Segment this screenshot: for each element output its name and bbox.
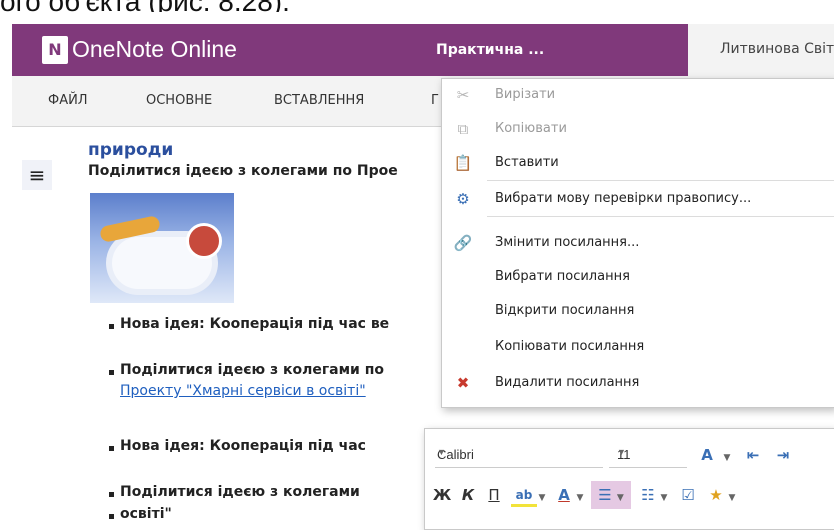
tab-file[interactable]: ФАЙЛ — [48, 93, 88, 108]
menu-item-remove-link[interactable]: ✖ Видалити посилання — [442, 367, 834, 399]
menu-item-label: Вибрати посилання — [495, 269, 630, 284]
spelling-language-icon: ⚙ — [456, 190, 470, 208]
list-item: Нова ідея: Кооперація під час ве — [108, 316, 390, 332]
menu-separator — [487, 216, 834, 217]
page-heading: природи — [88, 140, 174, 160]
menu-item-label: Вставити — [495, 155, 559, 170]
share-idea-text: Поділитися ідеєю з колегами по Прое — [88, 163, 398, 179]
menu-item-label: Вибрати мову перевірки правопису... — [495, 191, 752, 206]
chevron-down-icon[interactable]: ▼ — [537, 483, 547, 507]
list-item: Поділитися ідеєю з колегами — [109, 484, 360, 500]
menu-item-label: Копіювати — [495, 121, 567, 136]
font-size-select[interactable]: 11 ▼ — [609, 443, 687, 468]
chevron-down-icon[interactable]: ▼ — [659, 483, 669, 507]
list-item: Нова ідея: Кооперація під час — [109, 438, 366, 454]
menu-item-label: Змінити посилання... — [495, 235, 640, 250]
tab-partial[interactable]: Г — [431, 93, 439, 108]
user-account[interactable]: Литвинова Світ — [688, 24, 834, 76]
chevron-down-icon[interactable]: ▼ — [727, 483, 737, 507]
copy-icon: ⧉ — [457, 120, 469, 138]
chevron-down-icon[interactable]: ▼ — [575, 483, 585, 507]
cropped-caption: ого об'єкта (рис. 8.28). — [0, 0, 834, 12]
menu-item-open-link[interactable]: Відкрити посилання — [442, 295, 834, 327]
notebook-name[interactable]: Практична ... — [436, 42, 544, 58]
menu-item-label: Відкрити посилання — [495, 303, 635, 318]
scissors-icon: ✂ — [456, 86, 470, 104]
menu-item-label: Копіювати посилання — [495, 339, 645, 354]
user-name: Литвинова Світ — [720, 41, 834, 57]
decrease-indent-icon[interactable]: ⇤ — [741, 443, 765, 467]
helmet-character-shape — [186, 223, 222, 259]
menu-item-select-link[interactable]: Вибрати посилання — [442, 261, 834, 293]
menu-item-spelling-language[interactable]: ⚙ Вибрати мову перевірки правопису... — [442, 183, 834, 215]
bold-button[interactable]: Ж — [431, 483, 453, 507]
increase-indent-icon[interactable]: ⇥ — [771, 443, 795, 467]
title-bar: N OneNote Online Практична ... Литвинова… — [12, 24, 834, 76]
menu-item-copy-link[interactable]: Копіювати посилання — [442, 331, 834, 363]
menu-icon[interactable]: ≡ — [22, 160, 52, 190]
menu-item-cut[interactable]: ✂ Вирізати — [442, 79, 834, 111]
menu-item-paste[interactable]: 📋 Вставити — [442, 147, 834, 179]
context-menu: ✂ Вирізати ⧉ Копіювати 📋 Вставити ⚙ Вибр… — [441, 78, 834, 408]
chevron-down-icon[interactable]: ▼ — [721, 443, 733, 467]
menu-separator — [487, 180, 834, 181]
chevron-down-icon: ▼ — [437, 447, 446, 457]
tab-insert[interactable]: ВСТАВЛЕННЯ — [274, 93, 364, 108]
grow-font-icon[interactable]: A — [695, 443, 719, 467]
list-item-continuation: освіті" — [109, 506, 172, 522]
font-name-select[interactable]: Calibri ▼ — [435, 443, 603, 468]
edit-link-icon: 🔗 — [453, 234, 473, 252]
numbering-icon[interactable]: ☷ — [637, 483, 659, 507]
chevron-down-icon: ▼ — [617, 447, 626, 457]
todo-checkbox-icon[interactable]: ☑ — [677, 483, 699, 507]
menu-item-label: Видалити посилання — [495, 375, 640, 390]
paste-icon: 📋 — [453, 154, 473, 172]
highlight-icon[interactable]: ab — [511, 483, 537, 507]
onenote-logo-icon: N — [42, 36, 68, 64]
underline-button[interactable]: П — [483, 483, 505, 507]
menu-item-label: Вирізати — [495, 87, 556, 102]
cloud-picture[interactable] — [90, 193, 234, 303]
menu-item-copy[interactable]: ⧉ Копіювати — [442, 113, 834, 145]
mini-format-toolbar: Calibri ▼ 11 ▼ A ▼ ⇤ ⇥ Ж К П ab ▼ А ▼ ☰ … — [424, 428, 834, 530]
menu-item-edit-link[interactable]: 🔗 Змінити посилання... — [442, 227, 834, 259]
tag-star-icon[interactable]: ★ — [705, 483, 727, 507]
remove-link-icon: ✖ — [456, 374, 470, 392]
bullets-button[interactable]: ☰ ▼ — [591, 481, 631, 509]
list-item: Поділитися ідеєю з колегами по — [108, 362, 385, 378]
app-name: OneNote Online — [72, 36, 237, 62]
project-link[interactable]: Проекту "Хмарні сервіси в освіті" — [120, 383, 366, 399]
italic-button[interactable]: К — [457, 483, 479, 507]
tab-home[interactable]: ОСНОВНЕ — [146, 93, 212, 108]
font-color-button[interactable]: А — [553, 483, 575, 507]
